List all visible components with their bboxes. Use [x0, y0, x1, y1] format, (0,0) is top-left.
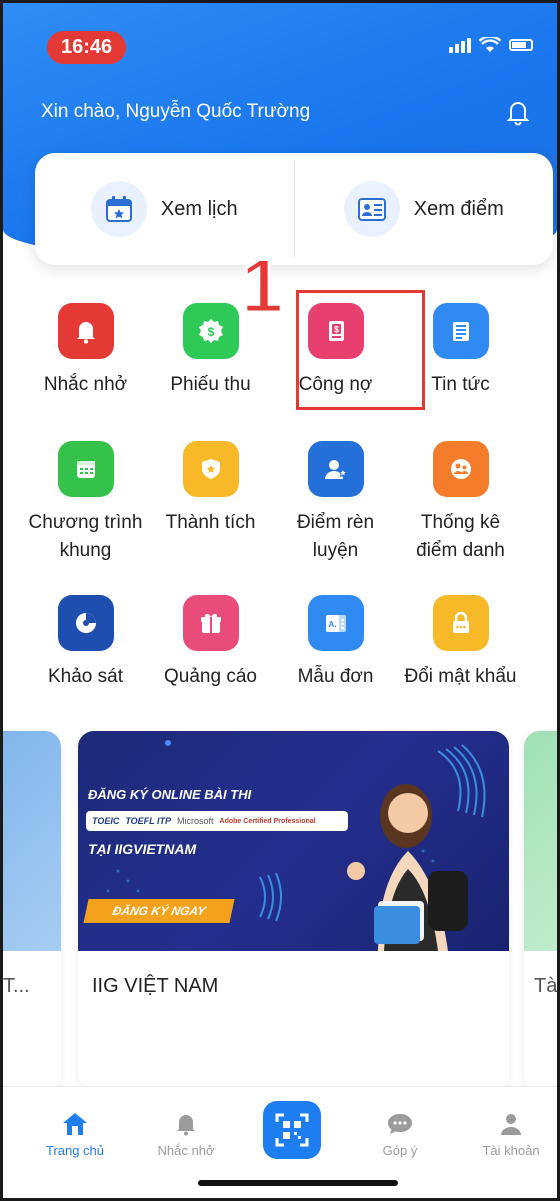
form-icon: A. [307, 595, 364, 651]
feature-row: Nhắc nhở $ Phiếu thu $ Công nợ Tin tức [23, 303, 557, 399]
menu-item-attendance[interactable]: Thống kê điểm danh [398, 441, 523, 565]
signal-icon [449, 37, 471, 53]
menu-item-label: Nhắc nhở [43, 374, 128, 395]
gift-icon [182, 595, 239, 651]
register-now-button[interactable]: ĐĂNG KÝ NGAY [83, 899, 235, 923]
quick-action-view-grades[interactable]: Xem điểm [295, 153, 554, 265]
qr-scan-button[interactable] [263, 1101, 321, 1159]
status-bar: 16:46 [47, 31, 533, 65]
highlight-box [296, 290, 425, 410]
brand-adobe: Adobe Certified Professional [219, 817, 316, 825]
menu-item-curriculum[interactable]: Chương trình khung [23, 441, 148, 565]
card-title: T... [3, 975, 30, 997]
feature-row: Chương trình khung Thành tích Điểm rèn l… [23, 441, 557, 565]
menu-item-achievements[interactable]: Thành tích [148, 441, 273, 565]
card-banner [3, 731, 61, 951]
cta-label: ĐĂNG KÝ NGAY [111, 904, 207, 918]
menu-item-label: Đổi mật khẩu [404, 666, 517, 687]
menu-item-label: Thống kê điểm danh [416, 512, 505, 561]
tab-reminders[interactable]: Nhắc nhở [136, 1109, 236, 1158]
brand-toefl: TOEFL ITP [125, 816, 172, 826]
brand-strip: TOEIC TOEFL ITP Microsoft Adobe Certifie… [86, 811, 348, 831]
tab-feedback[interactable]: Góp ý [350, 1109, 450, 1158]
chat-icon [386, 1109, 414, 1139]
menu-item-reminders[interactable]: Nhắc nhở [23, 303, 148, 399]
training-score-icon [307, 441, 364, 497]
menu-item-label: Mẫu đơn [297, 666, 374, 687]
bottom-tab-bar: Trang chủ Nhắc nhở Góp ý Tài khoản [3, 1086, 557, 1198]
home-indicator [198, 1180, 398, 1186]
tab-home[interactable]: Trang chủ [25, 1109, 125, 1158]
lock-icon [432, 595, 489, 651]
tab-label: Tài khoản [482, 1143, 540, 1158]
bell-icon [57, 303, 114, 359]
brand-toeic: TOEIC [92, 816, 120, 826]
carousel-card-iig[interactable]: ĐĂNG KÝ ONLINE BÀI THI TOEIC TOEFL ITP M… [78, 731, 509, 1091]
menu-item-label: Khảo sát [48, 666, 123, 687]
news-icon [432, 303, 489, 359]
grades-card-icon [343, 181, 400, 237]
tab-account[interactable]: Tài khoản [461, 1109, 557, 1158]
phone-screen: 16:46 Xin chào, Nguyễn Quốc Trường Xem l… [0, 0, 560, 1201]
qr-code-icon [275, 1113, 309, 1147]
svg-text:A.: A. [328, 620, 336, 629]
menu-item-ads[interactable]: Quảng cáo [148, 595, 273, 691]
quick-action-label: Xem lịch [160, 197, 238, 220]
card-title: IIG VIỆT NAM [92, 975, 219, 997]
carousel-card-next[interactable]: Tài [524, 731, 560, 1091]
achievement-icon [182, 441, 239, 497]
survey-icon [57, 595, 114, 651]
wifi-icon [479, 37, 501, 52]
greeting-text: Xin chào, Nguyễn Quốc Trường [41, 101, 311, 122]
brand-microsoft: Microsoft [177, 816, 214, 826]
menu-item-label: Thành tích [165, 512, 256, 533]
user-icon [499, 1109, 523, 1139]
attendance-icon [432, 441, 489, 497]
menu-item-change-password[interactable]: Đổi mật khẩu [398, 595, 523, 691]
menu-item-label: Chương trình khung [28, 512, 143, 561]
battery-icon [509, 39, 533, 51]
status-icons [449, 37, 533, 53]
banner-subline: TẠI IIGVIETNAM [88, 841, 197, 857]
step-marker: 1 [239, 243, 284, 331]
receipt-icon: $ [182, 303, 239, 359]
menu-item-forms[interactable]: A. Mẫu đơn [273, 595, 398, 691]
feature-row: Khảo sát Quảng cáo A. Mẫu đơn Đổi mật kh… [23, 595, 557, 691]
menu-item-label: Quảng cáo [164, 666, 257, 687]
home-icon [61, 1109, 89, 1139]
tab-label: Góp ý [382, 1143, 418, 1158]
menu-item-label: Tin tức [431, 374, 490, 395]
card-banner [524, 731, 557, 951]
news-carousel[interactable]: T... ĐĂNG KÝ ONLINE BÀI THI TOEIC TOEFL … [3, 731, 560, 1091]
bell-icon [174, 1109, 198, 1139]
tab-label: Trang chủ [45, 1143, 105, 1158]
curriculum-icon [57, 441, 114, 497]
notification-bell-icon[interactable] [503, 97, 533, 127]
svg-text:$: $ [207, 325, 214, 339]
card-title: Tài [534, 975, 560, 997]
status-time: 16:46 [47, 31, 127, 64]
quick-actions-card: Xem lịch Xem điểm [35, 153, 553, 265]
menu-item-survey[interactable]: Khảo sát [23, 595, 148, 691]
carousel-card-prev[interactable]: T... [3, 731, 61, 1091]
menu-item-label: Điểm rèn luyện [296, 512, 375, 561]
card-banner: ĐĂNG KÝ ONLINE BÀI THI TOEIC TOEFL ITP M… [78, 731, 509, 951]
tab-label: Nhắc nhở [157, 1143, 215, 1158]
quick-action-label: Xem điểm [413, 197, 504, 220]
banner-headline: ĐĂNG KÝ ONLINE BÀI THI [88, 787, 252, 802]
calendar-icon [90, 181, 147, 237]
menu-item-training-score[interactable]: Điểm rèn luyện [273, 441, 398, 565]
menu-item-label: Phiếu thu [170, 374, 251, 395]
